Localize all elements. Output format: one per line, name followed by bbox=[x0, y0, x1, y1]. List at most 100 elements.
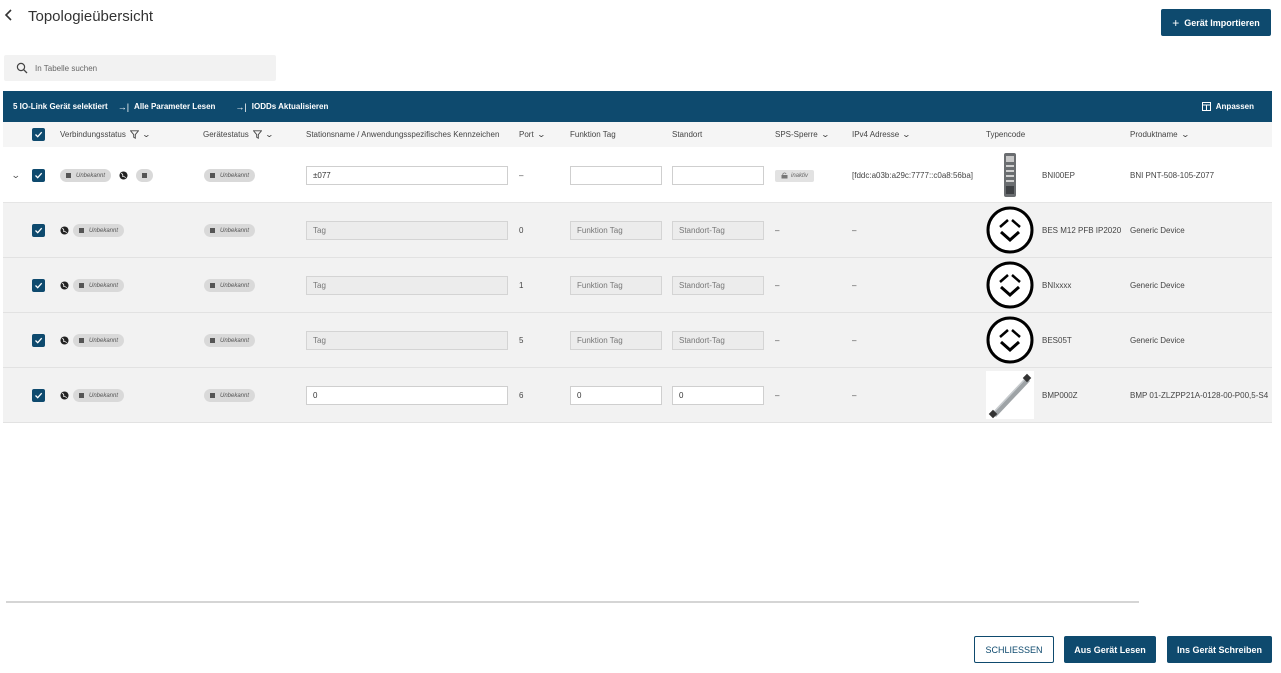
station-name-input[interactable] bbox=[306, 386, 508, 405]
device-image bbox=[986, 206, 1034, 254]
function-tag-input[interactable] bbox=[570, 331, 662, 350]
col-port-label: Port bbox=[519, 130, 534, 139]
row-checkbox[interactable] bbox=[32, 334, 45, 347]
chevron-down-icon[interactable]: ⌄ bbox=[820, 130, 829, 139]
table-row[interactable]: Unbekannt Unbekannt 5 – – BES05T Generic… bbox=[3, 313, 1272, 368]
table-row[interactable]: ⌄ Unbekannt Unbekannt – inaktiv [fddc:a0… bbox=[3, 148, 1272, 203]
device-status-text: Unbekannt bbox=[220, 337, 250, 344]
status-badge: Unbekannt bbox=[204, 279, 256, 292]
station-name-input[interactable] bbox=[306, 221, 508, 240]
table-search[interactable] bbox=[4, 55, 276, 81]
lock-icon bbox=[781, 172, 788, 179]
table-row[interactable]: Unbekannt Unbekannt 1 – – BNIxxxx Generi… bbox=[3, 258, 1272, 313]
device-status-cell: Unbekannt bbox=[204, 258, 256, 313]
chevron-down-icon[interactable]: ⌄ bbox=[1180, 130, 1189, 139]
function-tag-input[interactable] bbox=[570, 221, 662, 240]
plc-lock-cell: – bbox=[775, 391, 780, 400]
stop-icon bbox=[142, 173, 148, 178]
col-device-status-label: Gerätestatus bbox=[203, 130, 249, 139]
station-name-input[interactable] bbox=[306, 331, 508, 350]
col-plc-lock-label: SPS-Sperre bbox=[775, 130, 818, 139]
status-badge: Unbekannt bbox=[204, 224, 256, 237]
customize-button[interactable]: Anpassen bbox=[1201, 102, 1254, 111]
type-code-cell: BNI00EP bbox=[1042, 171, 1075, 180]
status-badge: Unbekannt bbox=[204, 334, 256, 347]
col-product-name[interactable]: Produktname ⌄ bbox=[1130, 122, 1190, 147]
globe-icon bbox=[60, 226, 69, 235]
arrow-into-icon: →| bbox=[117, 101, 130, 112]
globe-icon bbox=[60, 336, 69, 345]
row-checkbox[interactable] bbox=[32, 389, 45, 402]
col-ipv4[interactable]: IPv4 Adresse ⌄ bbox=[852, 122, 911, 147]
filter-icon[interactable] bbox=[252, 130, 262, 139]
col-port[interactable]: Port ⌄ bbox=[519, 122, 546, 147]
location-input[interactable] bbox=[672, 386, 764, 405]
stop-icon bbox=[79, 338, 84, 343]
chevron-down-icon[interactable]: ⌄ bbox=[902, 130, 911, 139]
generic-io-link-icon bbox=[986, 261, 1034, 309]
back-button[interactable] bbox=[4, 8, 20, 26]
row-checkbox[interactable] bbox=[32, 224, 45, 237]
device-status-cell: Unbekannt bbox=[204, 148, 256, 203]
function-tag-input[interactable] bbox=[570, 166, 662, 185]
location-input[interactable] bbox=[672, 331, 764, 350]
col-station-name-label: Stationsname / Anwendungsspezifisches Ke… bbox=[306, 130, 500, 139]
globe-icon bbox=[60, 281, 69, 290]
table-row[interactable]: Unbekannt Unbekannt 6 – – BMP000Z BMP 01… bbox=[3, 368, 1272, 423]
plc-lock-cell: – bbox=[775, 226, 780, 235]
check-icon bbox=[35, 337, 43, 344]
chevron-down-icon[interactable]: ⌄ bbox=[536, 130, 545, 139]
connection-status-text: Unbekannt bbox=[76, 172, 106, 179]
function-tag-input[interactable] bbox=[570, 386, 662, 405]
col-plc-lock[interactable]: SPS-Sperre ⌄ bbox=[775, 122, 830, 147]
row-checkbox[interactable] bbox=[32, 169, 45, 182]
row-checkbox[interactable] bbox=[32, 279, 45, 292]
plc-lock-badge[interactable]: inaktiv bbox=[775, 169, 815, 182]
col-connection-status[interactable]: Verbindungsstatus ⌄ bbox=[60, 122, 151, 147]
chevron-down-icon[interactable]: ⌄ bbox=[264, 130, 273, 139]
port-cell: 1 bbox=[519, 281, 524, 290]
write-to-device-button[interactable]: Ins Gerät Schreiben bbox=[1167, 636, 1272, 663]
location-input[interactable] bbox=[672, 276, 764, 295]
globe-icon bbox=[60, 391, 69, 400]
ipv4-cell: [fddc:a03b:a29c:7777::c0a8:56ba] bbox=[852, 171, 973, 180]
connection-status-text: Unbekannt bbox=[89, 227, 119, 234]
plus-icon: + bbox=[1172, 15, 1180, 30]
col-device-status[interactable]: Gerätestatus ⌄ bbox=[203, 122, 274, 147]
connection-status-cell: Unbekannt bbox=[60, 258, 125, 313]
stop-icon bbox=[79, 393, 84, 398]
col-location[interactable]: Standort bbox=[672, 122, 702, 147]
port-cell: 0 bbox=[519, 226, 524, 235]
device-status-text: Unbekannt bbox=[220, 282, 250, 289]
chevron-down-icon[interactable]: ⌄ bbox=[141, 130, 150, 139]
station-name-input[interactable] bbox=[306, 276, 508, 295]
connection-status-text: Unbekannt bbox=[89, 282, 119, 289]
select-all-checkbox[interactable] bbox=[32, 128, 45, 141]
customize-label: Anpassen bbox=[1215, 102, 1254, 111]
ipv4-cell: – bbox=[852, 336, 857, 345]
location-input[interactable] bbox=[672, 166, 764, 185]
import-device-button[interactable]: + Gerät Importieren bbox=[1161, 9, 1271, 36]
plc-lock-cell: inaktiv bbox=[775, 148, 815, 203]
col-station-name[interactable]: Stationsname / Anwendungsspezifisches Ke… bbox=[306, 122, 499, 147]
col-function-tag[interactable]: Funktion Tag bbox=[570, 122, 616, 147]
search-icon bbox=[16, 62, 28, 74]
update-iodds-button[interactable]: →| IODDs Aktualisieren bbox=[235, 102, 328, 112]
filter-icon[interactable] bbox=[129, 130, 139, 139]
col-type-code[interactable]: Typencode bbox=[986, 122, 1025, 147]
function-tag-input[interactable] bbox=[570, 276, 662, 295]
search-input[interactable] bbox=[35, 63, 255, 73]
footer-divider bbox=[6, 601, 1139, 603]
close-button[interactable]: SCHLIESSEN bbox=[974, 636, 1054, 663]
station-name-input[interactable] bbox=[306, 166, 508, 185]
product-name-cell: Generic Device bbox=[1130, 226, 1185, 235]
chevron-down-icon[interactable]: ⌄ bbox=[11, 170, 21, 181]
read-all-parameters-button[interactable]: →| Alle Parameter Lesen bbox=[118, 102, 216, 112]
col-connection-status-label: Verbindungsstatus bbox=[60, 130, 126, 139]
location-input[interactable] bbox=[672, 221, 764, 240]
table-row[interactable]: Unbekannt Unbekannt 0 – – BES M12 PFB IP… bbox=[3, 203, 1272, 258]
col-product-name-label: Produktname bbox=[1130, 130, 1178, 139]
plc-lock-cell: – bbox=[775, 336, 780, 345]
status-badge: Unbekannt bbox=[60, 169, 112, 182]
read-from-device-button[interactable]: Aus Gerät Lesen bbox=[1064, 636, 1156, 663]
